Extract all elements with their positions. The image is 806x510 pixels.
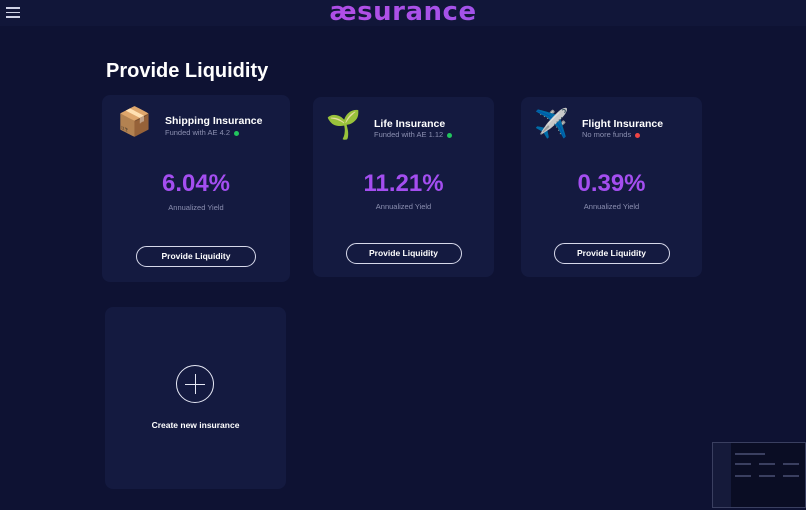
insurance-card-life: 🌱 Life Insurance Funded with AE 1.12 11.… bbox=[313, 97, 494, 277]
top-bar: æsurance bbox=[0, 0, 806, 27]
create-insurance-card[interactable]: Create new insurance bbox=[105, 307, 286, 489]
yield-value: 6.04% bbox=[161, 170, 231, 197]
card-funding-status: No more funds bbox=[582, 130, 641, 139]
thumbnail-line bbox=[735, 453, 765, 455]
provide-liquidity-button[interactable]: Provide Liquidity bbox=[136, 246, 256, 267]
card-title: Life Insurance bbox=[374, 118, 446, 130]
seedling-icon: 🌱 bbox=[326, 109, 361, 140]
status-dot-icon bbox=[447, 132, 453, 138]
package-icon: 📦 bbox=[117, 106, 152, 137]
thumbnail-sidebar bbox=[713, 443, 731, 507]
thumbnail-line bbox=[759, 463, 775, 465]
provide-liquidity-button[interactable]: Provide Liquidity bbox=[553, 243, 670, 264]
status-dot-icon bbox=[234, 130, 240, 136]
card-title: Shipping Insurance bbox=[165, 115, 263, 127]
provide-liquidity-button[interactable]: Provide Liquidity bbox=[345, 243, 462, 264]
insurance-card-shipping: 📦 Shipping Insurance Funded with AE 4.2 … bbox=[102, 95, 290, 282]
app-logo[interactable]: æsurance bbox=[0, 0, 806, 27]
airplane-icon: ✈️ bbox=[534, 108, 569, 139]
thumbnail-line bbox=[783, 463, 799, 465]
yield-value: 11.21% bbox=[363, 170, 444, 197]
page-title: Provide Liquidity bbox=[106, 60, 269, 82]
yield-value: 0.39% bbox=[577, 170, 646, 197]
thumbnail-line bbox=[735, 463, 751, 465]
thumbnail-line bbox=[759, 475, 775, 477]
create-insurance-label: Create new insurance bbox=[151, 420, 240, 430]
status-dot-icon bbox=[635, 132, 641, 138]
yield-label: Annualized Yield bbox=[583, 202, 640, 211]
plus-icon[interactable] bbox=[176, 365, 214, 403]
yield-label: Annualized Yield bbox=[168, 203, 224, 212]
card-funding-status: Funded with AE 4.2 bbox=[165, 128, 240, 137]
thumbnail-line bbox=[735, 475, 751, 477]
window-preview-thumbnail[interactable] bbox=[712, 442, 806, 508]
card-title: Flight Insurance bbox=[582, 118, 664, 130]
insurance-card-flight: ✈️ Flight Insurance No more funds 0.39% … bbox=[521, 97, 702, 277]
card-funding-status: Funded with AE 1.12 bbox=[374, 130, 453, 139]
yield-label: Annualized Yield bbox=[375, 202, 432, 211]
thumbnail-line bbox=[783, 475, 799, 477]
